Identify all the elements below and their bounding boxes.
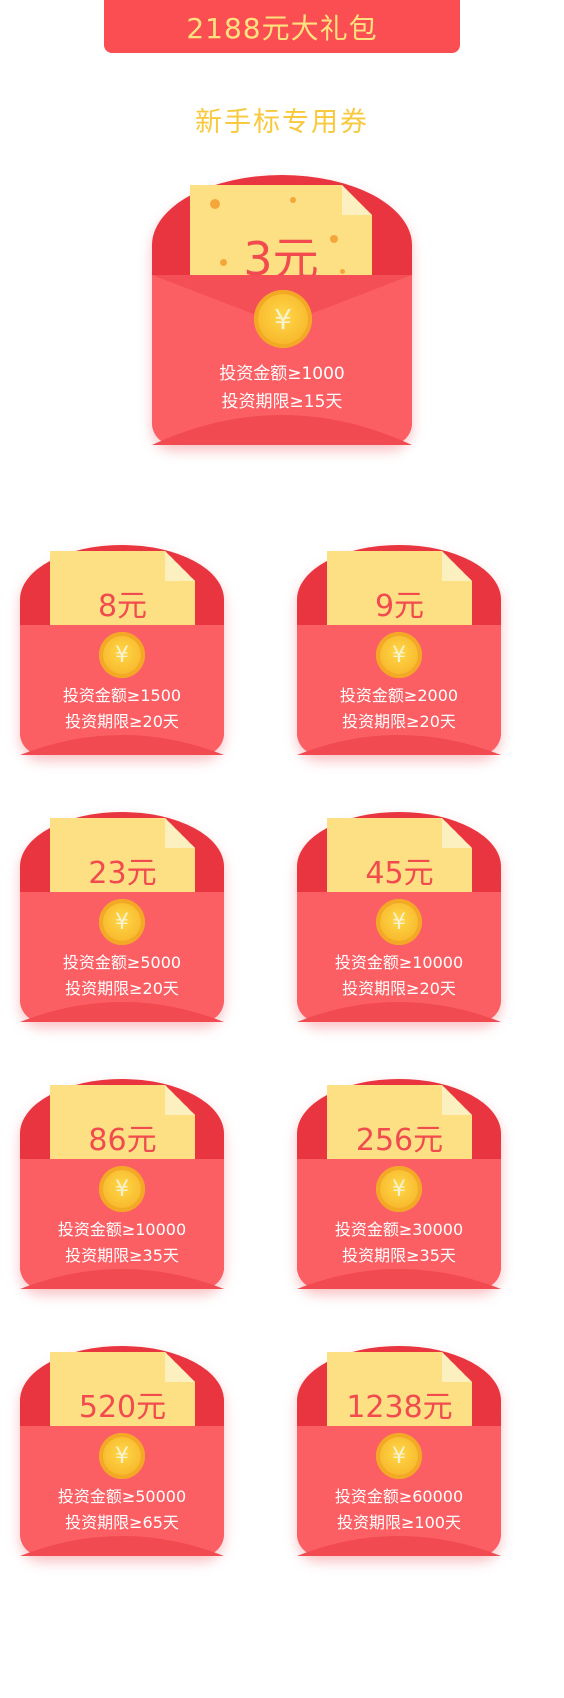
yen-coin-icon: ¥	[254, 290, 312, 348]
min-term-label: 投资期限≥100天	[337, 1513, 461, 1532]
min-investment-label: 投资金额≥50000	[57, 1487, 187, 1506]
coupon-amount: 9元	[374, 589, 425, 624]
coupon-amount: 256元	[355, 1123, 444, 1158]
min-investment-label: 投资金额≥60000	[334, 1487, 464, 1506]
min-term-label: 投资期限≥20天	[342, 979, 456, 998]
yen-coin-icon: ¥	[99, 1166, 145, 1212]
yen-coin-icon: ¥	[376, 899, 422, 945]
min-term-label: 投资期限≥65天	[65, 1513, 179, 1532]
min-term-label: 投资期限≥20天	[65, 979, 179, 998]
coupon-amount: 45元	[365, 856, 434, 891]
coupon-amount: 520元	[78, 1390, 167, 1425]
min-investment-label: 投资金额≥1000	[219, 364, 345, 384]
min-investment-label: 投资金额≥5000	[62, 953, 182, 972]
coupon-amount: 23元	[88, 856, 157, 891]
yen-coin-icon: ¥	[376, 1166, 422, 1212]
coupon-envelope[interactable]: 1238元 ¥ 投资金额≥60000 投资期限≥100天	[297, 1346, 501, 1556]
yen-coin-icon: ¥	[99, 1433, 145, 1479]
yen-coin-icon: ¥	[99, 899, 145, 945]
yen-coin-icon: ¥	[376, 632, 422, 678]
coupon-amount: 86元	[88, 1123, 157, 1158]
coupon-envelope[interactable]: 86元 ¥ 投资金额≥10000 投资期限≥35天	[20, 1079, 224, 1289]
min-investment-label: 投资金额≥30000	[334, 1220, 464, 1239]
min-investment-label: 投资金额≥10000	[334, 953, 464, 972]
coupon-envelope[interactable]: 520元 ¥ 投资金额≥50000 投资期限≥65天	[20, 1346, 224, 1556]
yen-coin-icon: ¥	[376, 1433, 422, 1479]
page-title: 2188元大礼包	[186, 11, 378, 45]
min-investment-label: 投资金额≥2000	[339, 686, 459, 705]
coupon-envelope[interactable]: 256元 ¥ 投资金额≥30000 投资期限≥35天	[297, 1079, 501, 1289]
coupon-envelope[interactable]: 8元 ¥ 投资金额≥1500 投资期限≥20天	[20, 545, 224, 755]
min-term-label: 投资期限≥35天	[65, 1246, 179, 1265]
coupon-amount: 8元	[97, 589, 148, 624]
coupon-envelope[interactable]: 23元 ¥ 投资金额≥5000 投资期限≥20天	[20, 812, 224, 1022]
title-banner: 2188元大礼包	[104, 0, 460, 53]
coupon-amount: 1238元	[346, 1390, 453, 1425]
min-investment-label: 投资金额≥10000	[57, 1220, 187, 1239]
min-term-label: 投资期限≥15天	[221, 392, 343, 412]
coupon-envelope[interactable]: 45元 ¥ 投资金额≥10000 投资期限≥20天	[297, 812, 501, 1022]
min-term-label: 投资期限≥20天	[65, 712, 179, 731]
min-term-label: 投资期限≥20天	[342, 712, 456, 731]
featured-coupon-envelope[interactable]: 3元 ¥ 投资金额≥1000 投资期限≥15天	[152, 175, 412, 445]
coupon-envelope[interactable]: 9元 ¥ 投资金额≥2000 投资期限≥20天	[297, 545, 501, 755]
min-term-label: 投资期限≥35天	[342, 1246, 456, 1265]
section-subtitle: 新手标专用券	[195, 107, 369, 138]
min-investment-label: 投资金额≥1500	[62, 686, 182, 705]
yen-coin-icon: ¥	[99, 632, 145, 678]
